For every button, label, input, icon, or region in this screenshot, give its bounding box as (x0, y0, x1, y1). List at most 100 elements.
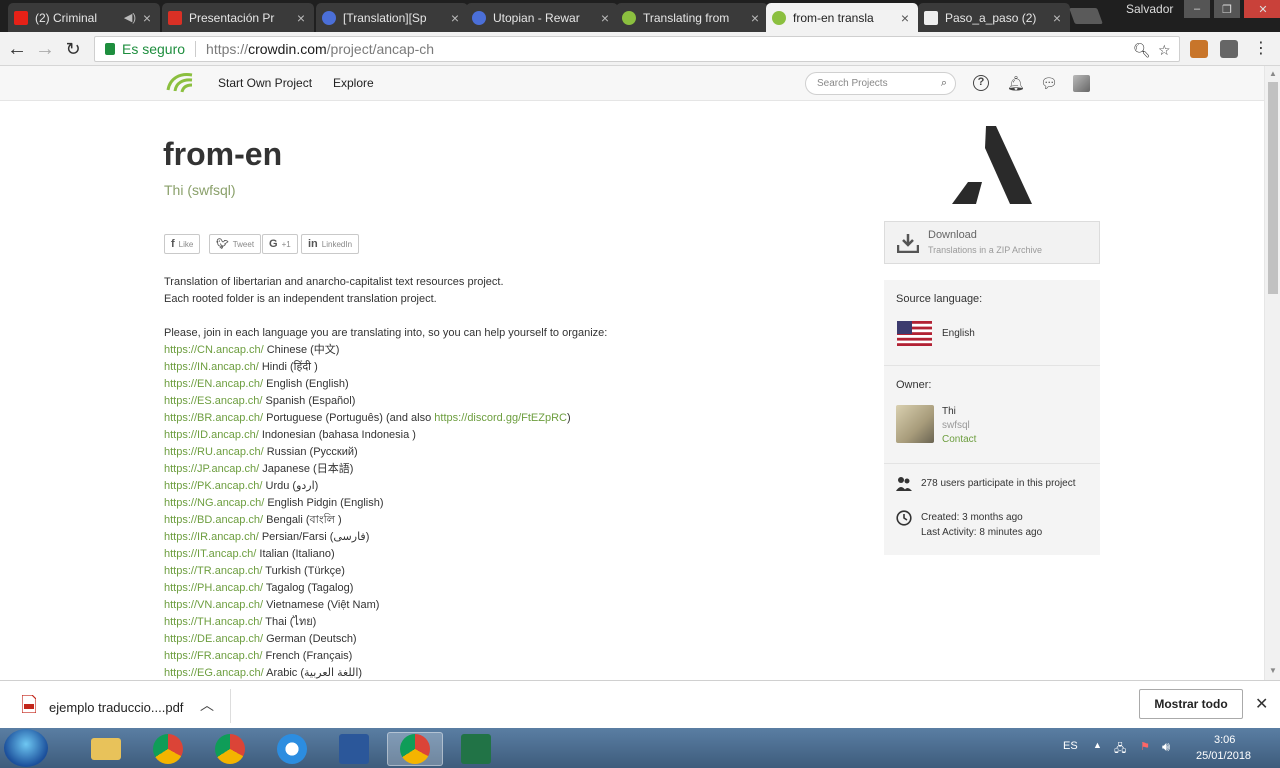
language-link[interactable]: https://PH.ancap.ch/ (164, 582, 263, 594)
language-row: https://CN.ancap.ch/ Chinese (中文) (164, 342, 804, 359)
volume-icon[interactable]: 🔊︎ (1162, 739, 1170, 755)
language-link[interactable]: https://TR.ancap.ch/ (164, 565, 262, 577)
browser-tab[interactable]: Translating from × (616, 3, 768, 32)
close-tab-icon[interactable]: × (1050, 10, 1064, 26)
close-tab-icon[interactable]: × (140, 10, 154, 26)
owner-avatar[interactable] (896, 405, 934, 443)
close-window-icon[interactable]: ✕ (1244, 0, 1280, 18)
language-link[interactable]: https://FR.ancap.ch/ (164, 650, 262, 662)
nav-start-own-project[interactable]: Start Own Project (218, 76, 312, 90)
description-line: Translation of libertarian and anarcho-c… (164, 276, 504, 288)
address-bar[interactable]: Es seguro https://crowdin.com/project/an… (94, 36, 1180, 62)
language-link[interactable]: https://IR.ancap.ch/ (164, 531, 259, 543)
linkedin-button[interactable]: in LinkedIn (301, 234, 360, 254)
owner-contact-link[interactable]: Contact (942, 434, 976, 445)
tweet-button[interactable]: 🐦︎ Tweet (209, 234, 262, 254)
download-zip-button[interactable]: Download Translations in a ZIP Archive (884, 221, 1100, 264)
restore-icon[interactable]: ❐ (1214, 0, 1240, 18)
language-link[interactable]: https://VN.ancap.ch/ (164, 599, 263, 611)
downloaded-file-name[interactable]: ejemplo traduccio....pdf (49, 700, 183, 715)
notification-bell-icon[interactable]: 🔔︎ (1007, 75, 1025, 92)
language-link[interactable]: https://PK.ancap.ch/ (164, 480, 262, 492)
bookmark-star-icon[interactable]: ☆ (1158, 42, 1171, 59)
project-owner-line[interactable]: Thi (swfsql) (164, 182, 236, 198)
browser-tab[interactable]: [Translation][Sp × (316, 3, 468, 32)
facebook-like-button[interactable]: f Like (164, 234, 201, 254)
user-avatar[interactable] (1073, 75, 1090, 92)
browser-tab[interactable]: (2) Criminal ◀) × (8, 3, 160, 32)
language-link[interactable]: https://TH.ancap.ch/ (164, 616, 262, 628)
language-link[interactable]: https://DE.ancap.ch/ (164, 633, 263, 645)
extension-icon[interactable] (1190, 40, 1208, 58)
scrollbar-thumb[interactable] (1268, 82, 1278, 294)
language-link[interactable]: https://IN.ancap.ch/ (164, 361, 259, 373)
zoom-search-icon[interactable]: 🔍︎ (1133, 42, 1151, 59)
reload-icon[interactable]: ↻ (62, 38, 84, 60)
new-tab-button[interactable] (1069, 8, 1103, 24)
language-link[interactable]: https://IT.ancap.ch/ (164, 548, 256, 560)
page-scrollbar[interactable]: ▲ ▼ (1264, 66, 1280, 680)
chrome-icon-active[interactable] (387, 732, 443, 766)
scroll-up-icon[interactable]: ▲ (1269, 69, 1277, 78)
back-arrow-icon[interactable]: ← (6, 38, 28, 60)
clock-time[interactable]: 3:06 (1214, 734, 1235, 746)
language-name: Portuguese (Português) (and also (266, 412, 432, 424)
network-icon[interactable]: 🖧︎ (1114, 740, 1126, 759)
tray-expand-icon[interactable]: ▲ (1093, 740, 1102, 750)
messages-icon[interactable]: 💬︎ (1040, 75, 1058, 92)
search-projects-input[interactable] (817, 73, 937, 94)
language-link[interactable]: https://NG.ancap.ch/ (164, 497, 264, 509)
input-language[interactable]: ES (1063, 740, 1078, 752)
clock-date[interactable]: 25/01/2018 (1196, 750, 1251, 762)
flag-icon[interactable]: ⚑ (1140, 740, 1150, 753)
google-plus-icon: G (269, 238, 278, 250)
speaker-icon[interactable]: ◀) (124, 11, 136, 24)
tab-title: Utopian - Rewar (493, 10, 580, 25)
extension-icon[interactable] (1220, 40, 1238, 58)
nav-explore[interactable]: Explore (333, 76, 374, 90)
chrome-icon[interactable] (140, 732, 196, 766)
discord-link[interactable]: https://discord.gg/FtEZpRC (434, 412, 567, 424)
word-icon[interactable] (326, 732, 382, 766)
chevron-up-icon[interactable]: ︿ (200, 695, 214, 715)
language-link[interactable]: https://RU.ancap.ch/ (164, 446, 264, 458)
window-profile-name[interactable]: Salvador (1126, 2, 1173, 16)
language-row: https://ID.ancap.ch/ Indonesian (bahasa … (164, 427, 804, 444)
browser-tab-active[interactable]: from-en transla × (766, 3, 918, 32)
file-explorer-icon[interactable] (78, 732, 134, 766)
help-icon[interactable]: ? (973, 75, 989, 91)
close-tab-icon[interactable]: × (748, 10, 762, 26)
language-link[interactable]: https://BD.ancap.ch/ (164, 514, 263, 526)
browser-tab[interactable]: Presentación Pr × (162, 3, 314, 32)
internet-explorer-icon[interactable] (264, 732, 320, 766)
us-flag-icon (897, 321, 932, 346)
minimize-icon[interactable]: – (1184, 0, 1210, 18)
language-link[interactable]: https://JP.ancap.ch/ (164, 463, 259, 475)
crowdin-logo-icon[interactable] (166, 72, 194, 94)
owner-label: Owner: (896, 379, 932, 391)
excel-icon[interactable] (448, 732, 504, 766)
browser-tab[interactable]: Utopian - Rewar × (466, 3, 618, 32)
windows-start-button[interactable] (4, 729, 48, 767)
language-link[interactable]: https://CN.ancap.ch/ (164, 344, 264, 356)
scroll-down-icon[interactable]: ▼ (1269, 666, 1277, 675)
google-plus-button[interactable]: G +1 (262, 234, 298, 254)
show-all-downloads-button[interactable]: Mostrar todo (1139, 689, 1243, 719)
close-shelf-icon[interactable]: ✕ (1255, 694, 1268, 714)
close-tab-icon[interactable]: × (598, 10, 612, 26)
language-link[interactable]: https://EG.ancap.ch/ (164, 667, 264, 679)
owner-name[interactable]: Thi (942, 406, 956, 417)
browser-tab[interactable]: Paso_a_paso (2) × (918, 3, 1070, 32)
close-tab-icon[interactable]: × (294, 10, 308, 26)
chrome-icon[interactable] (202, 732, 258, 766)
language-link[interactable]: https://ES.ancap.ch/ (164, 395, 262, 407)
close-tab-icon[interactable]: × (448, 10, 462, 26)
menu-icon[interactable]: ⋮ (1250, 38, 1272, 60)
forward-arrow-icon[interactable]: → (34, 38, 56, 60)
language-name: Tagalog (Tagalog) (265, 582, 354, 594)
language-link[interactable]: https://EN.ancap.ch/ (164, 378, 263, 390)
close-tab-icon[interactable]: × (898, 10, 912, 26)
language-link[interactable]: https://ID.ancap.ch/ (164, 429, 259, 441)
language-link[interactable]: https://BR.ancap.ch/ (164, 412, 263, 424)
search-icon[interactable]: ⌕ (941, 77, 947, 90)
